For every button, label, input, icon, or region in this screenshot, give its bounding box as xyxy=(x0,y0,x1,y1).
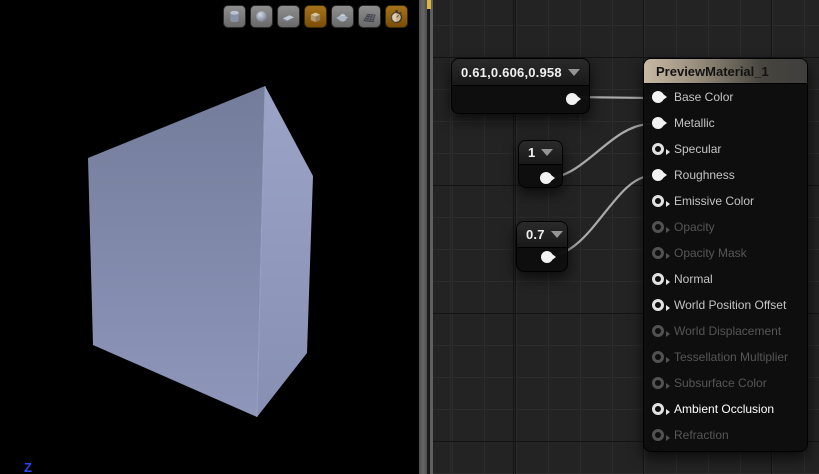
constant3vector-value: 0.61,0.606,0.958 xyxy=(461,65,562,80)
teapot-icon xyxy=(335,9,350,24)
pin-row-opacity: Opacity xyxy=(644,214,807,240)
pin-row-refraction: Refraction xyxy=(644,422,807,448)
pin-row-metallic: Metallic xyxy=(644,110,807,136)
roughness-pin[interactable] xyxy=(652,169,664,181)
viewport-axis-z-label: Z xyxy=(24,462,32,474)
metallic-pin[interactable] xyxy=(652,117,664,129)
plane-icon xyxy=(281,9,296,24)
constant-one-value: 1 xyxy=(528,145,535,160)
chevron-down-icon[interactable] xyxy=(568,69,580,76)
constant3vector-node[interactable]: 0.61,0.606,0.958 xyxy=(451,58,590,114)
constant3vector-output-pin[interactable] xyxy=(566,93,578,105)
pin-label: Metallic xyxy=(674,116,715,130)
material-editor-window: Z 0.61,0.606,0.958 1 xyxy=(0,0,819,474)
pin-label: Tessellation Multiplier xyxy=(674,350,788,364)
cylinder-icon xyxy=(227,9,242,24)
pin-row-normal: Normal xyxy=(644,266,807,292)
constant-one-header[interactable]: 1 xyxy=(519,141,562,165)
preview-toolbar xyxy=(223,5,408,28)
constant-pt7-header[interactable]: 0.7 xyxy=(517,222,567,248)
pin-row-world-displacement: World Displacement xyxy=(644,318,807,344)
panel-splitter[interactable] xyxy=(418,0,433,474)
world-position-offset-pin[interactable] xyxy=(652,299,664,311)
pin-label: World Displacement xyxy=(674,324,781,338)
grid-preview-button[interactable] xyxy=(358,5,381,28)
stopwatch-icon xyxy=(389,9,404,24)
base-color-pin[interactable] xyxy=(652,91,664,103)
pin-row-specular: Specular xyxy=(644,136,807,162)
grid-icon xyxy=(362,9,377,24)
pin-label: Subsurface Color xyxy=(674,376,767,390)
subsurface-color-pin xyxy=(652,377,664,389)
pin-row-base-color: Base Color xyxy=(644,84,807,110)
pin-label: Refraction xyxy=(674,428,729,442)
material-graph-canvas[interactable]: 0.61,0.606,0.958 1 0.7 PreviewMaterial xyxy=(433,0,819,474)
pin-label: Base Color xyxy=(674,90,733,104)
splitter-bar[interactable] xyxy=(419,0,427,474)
pin-row-opacity-mask: Opacity Mask xyxy=(644,240,807,266)
constant-pt7-node[interactable]: 0.7 xyxy=(516,221,568,272)
constant-one-node[interactable]: 1 xyxy=(518,140,563,188)
emissive-color-pin[interactable] xyxy=(652,195,664,207)
specular-pin[interactable] xyxy=(652,143,664,155)
cylinder-preview-button[interactable] xyxy=(223,5,246,28)
pin-row-ambient-occlusion: Ambient Occlusion xyxy=(644,396,807,422)
pin-label: Ambient Occlusion xyxy=(674,402,774,416)
material-node-title: PreviewMaterial_1 xyxy=(656,64,769,79)
material-node-header[interactable]: PreviewMaterial_1 xyxy=(644,59,807,84)
pin-row-world-position-offset: World Position Offset xyxy=(644,292,807,318)
opacity-mask-pin xyxy=(652,247,664,259)
pin-row-emissive-color: Emissive Color xyxy=(644,188,807,214)
pin-label: Emissive Color xyxy=(674,194,754,208)
normal-pin[interactable] xyxy=(652,273,664,285)
plane-preview-button[interactable] xyxy=(277,5,300,28)
pin-row-roughness: Roughness xyxy=(644,162,807,188)
constant3vector-header[interactable]: 0.61,0.606,0.958 xyxy=(452,59,589,86)
refraction-pin xyxy=(652,429,664,441)
cube-icon xyxy=(308,9,323,24)
pin-label: Normal xyxy=(674,272,713,286)
cube-preview-button[interactable] xyxy=(304,5,327,28)
sphere-icon xyxy=(254,9,269,24)
constant-pt7-value: 0.7 xyxy=(526,227,545,242)
pin-label: Opacity xyxy=(674,220,715,234)
material-result-node[interactable]: PreviewMaterial_1 Base Color Metallic Sp… xyxy=(643,58,808,452)
teapot-preview-button[interactable] xyxy=(331,5,354,28)
preview-mesh-cube xyxy=(0,0,418,474)
pin-label: World Position Offset xyxy=(674,298,786,312)
world-displacement-pin xyxy=(652,325,664,337)
pin-label: Opacity Mask xyxy=(674,246,747,260)
pin-row-subsurface-color: Subsurface Color xyxy=(644,370,807,396)
chevron-down-icon[interactable] xyxy=(551,231,563,238)
ambient-occlusion-pin[interactable] xyxy=(652,403,664,415)
splitter-accent-mark xyxy=(427,0,431,9)
preview-viewport[interactable]: Z xyxy=(0,0,418,474)
pin-label: Specular xyxy=(674,142,721,156)
chevron-down-icon[interactable] xyxy=(541,149,553,156)
realtime-preview-button[interactable] xyxy=(385,5,408,28)
opacity-pin xyxy=(652,221,664,233)
pin-label: Roughness xyxy=(674,168,735,182)
pin-row-tessellation-multiplier: Tessellation Multiplier xyxy=(644,344,807,370)
constant-one-output-pin[interactable] xyxy=(540,172,552,184)
constant-pt7-output-pin[interactable] xyxy=(541,251,553,263)
tessellation-multiplier-pin xyxy=(652,351,664,363)
sphere-preview-button[interactable] xyxy=(250,5,273,28)
